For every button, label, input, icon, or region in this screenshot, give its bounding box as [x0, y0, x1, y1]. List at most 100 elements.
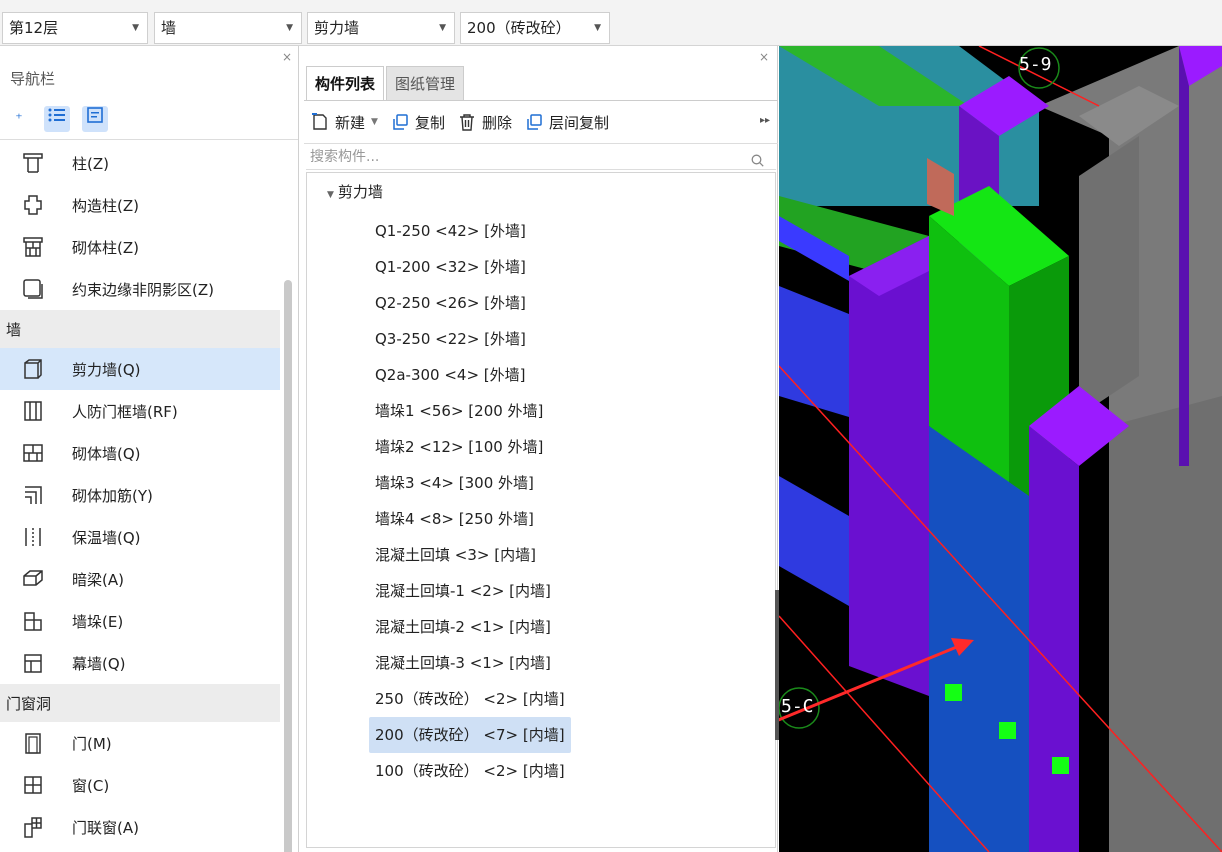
tree-item[interactable]: 250（砖改砼） <2> [内墙]	[369, 681, 571, 717]
tree-root[interactable]: ▼ 剪力墙	[327, 181, 383, 202]
nav-item-masonry-rebar[interactable]: 砌体加筋(Y)	[0, 474, 280, 516]
new-button[interactable]: 新建 ▼	[310, 112, 378, 133]
component-tree: ▼ 剪力墙 Q1-250 <42> [外墙] Q1-200 <32> [外墙] Q…	[306, 172, 776, 848]
nav-item-insulation-wall[interactable]: 保温墙(Q)	[0, 516, 280, 558]
tree-item[interactable]: 墙垛4 <8> [250 外墙]	[369, 501, 571, 537]
chevron-down-icon: ▼	[371, 117, 378, 127]
door-icon	[22, 732, 44, 754]
search-icon[interactable]	[751, 150, 764, 167]
copy-button-label: 复制	[414, 113, 445, 132]
type-select[interactable]: 剪力墙 ▼	[307, 12, 455, 44]
door-window-icon	[22, 816, 44, 838]
nav-item-label: 墙垛(E)	[72, 612, 124, 631]
nav-item-label: 门(M)	[72, 734, 112, 753]
nav-item-label: 门联窗(A)	[72, 818, 139, 837]
tree-item[interactable]: 墙垛3 <4> [300 外墙]	[369, 465, 571, 501]
search-input[interactable]: 搜索构件...	[310, 149, 379, 165]
shear-wall-icon	[22, 358, 44, 380]
tree-item[interactable]: Q1-200 <32> [外墙]	[369, 249, 571, 285]
nav-item-label: 约束边缘非阴影区(Z)	[72, 280, 214, 299]
nav-item-constructional-column[interactable]: 构造柱(Z)	[0, 184, 280, 226]
category-select-value: 墙	[161, 19, 177, 37]
nav-item-door-window[interactable]: 门联窗(A)	[0, 806, 280, 848]
tree-item[interactable]: 混凝土回填 <3> [内墙]	[369, 537, 571, 573]
grid-label-left: 5-C	[781, 696, 814, 717]
tree-item[interactable]: Q3-250 <22> [外墙]	[369, 321, 571, 357]
tree-item[interactable]: 混凝土回填-1 <2> [内墙]	[369, 573, 571, 609]
wall-pier-icon	[22, 610, 44, 632]
tab-drawing-management[interactable]: 图纸管理	[386, 66, 465, 100]
nav-item-shear-wall[interactable]: 剪力墙(Q)	[0, 348, 280, 390]
constructional-column-icon	[22, 194, 44, 216]
masonry-rebar-icon	[22, 484, 44, 506]
component-tabs: 构件列表 图纸管理	[306, 66, 466, 100]
nav-item-window[interactable]: 窗(C)	[0, 764, 280, 806]
floor-copy-button[interactable]: 层间复制	[524, 112, 609, 133]
tree-item[interactable]: 墙垛2 <12> [100 外墙]	[369, 429, 571, 465]
chevron-down-icon: ▼	[132, 23, 139, 33]
type-select-value: 剪力墙	[314, 19, 360, 37]
model-render	[779, 46, 1222, 852]
tree-item[interactable]: 混凝土回填-2 <1> [内墙]	[369, 609, 571, 645]
add-icon[interactable]: ⁺	[6, 106, 32, 132]
nav-item-label: 人防门框墙(RF)	[72, 402, 178, 421]
nav-item-wall-pier[interactable]: 墙垛(E)	[0, 600, 280, 642]
tree-item[interactable]: Q1-250 <42> [外墙]	[369, 213, 571, 249]
component-panel: × 构件列表 图纸管理 新建 ▼ 复制 删除 层间复制 ▸▸ 搜索构件... ▼…	[304, 46, 778, 852]
nav-item-civil-defense-wall[interactable]: 人防门框墙(RF)	[0, 390, 280, 432]
list-view-icon[interactable]	[44, 106, 70, 132]
tree-item[interactable]: 墙垛1 <56> [200 外墙]	[369, 393, 571, 429]
nav-item-hidden-beam[interactable]: 暗梁(A)	[0, 558, 280, 600]
more-icon[interactable]: ▸▸	[760, 115, 770, 126]
edge-zone-icon	[22, 278, 44, 300]
nav-group-wall[interactable]: 墙	[0, 310, 280, 348]
close-icon[interactable]: ×	[759, 50, 769, 64]
chevron-down-icon: ▼	[286, 23, 293, 33]
nav-item-edge-zone[interactable]: 约束边缘非阴影区(Z)	[0, 268, 280, 310]
nav-item-label: 窗(C)	[72, 776, 110, 795]
tree-item-selected[interactable]: 200（砖改砼） <7> [内墙]	[369, 717, 571, 753]
nav-scrollbar[interactable]	[284, 280, 292, 852]
new-file-icon	[310, 112, 330, 132]
3d-viewport[interactable]: 5-9 5-C	[779, 46, 1222, 852]
floor-copy-icon	[524, 112, 544, 132]
nav-list: 柱(Z) 构造柱(Z) 砌体柱(Z) 约束边缘非阴影区(Z) 墙 剪力墙(Q) …	[0, 142, 280, 848]
civil-defense-wall-icon	[22, 400, 44, 422]
insulation-wall-icon	[22, 526, 44, 548]
component-toolbar: 新建 ▼ 复制 删除 层间复制 ▸▸	[304, 100, 778, 144]
new-button-label: 新建	[335, 113, 366, 132]
copy-button[interactable]: 复制	[390, 112, 445, 133]
chevron-down-icon: ▼	[594, 23, 601, 33]
nav-item-label: 暗梁(A)	[72, 570, 124, 589]
top-toolbar: 第12层 ▼ 墙 ▼ 剪力墙 ▼ 200（砖改砼） ▼	[0, 0, 1222, 46]
tree-item[interactable]: 混凝土回填-3 <1> [内墙]	[369, 645, 571, 681]
delete-button-label: 删除	[481, 113, 512, 132]
nav-item-label: 保温墙(Q)	[72, 528, 141, 547]
tree-item[interactable]: Q2a-300 <4> [外墙]	[369, 357, 571, 393]
detail-view-icon[interactable]	[82, 106, 108, 132]
nav-item-label: 砌体加筋(Y)	[72, 486, 153, 505]
floor-select-value: 第12层	[9, 19, 59, 37]
nav-item-masonry-wall[interactable]: 砌体墙(Q)	[0, 432, 280, 474]
copy-icon	[390, 112, 410, 132]
chevron-down-icon[interactable]: ▼	[327, 190, 334, 200]
nav-item-label: 构造柱(Z)	[72, 196, 139, 215]
nav-item-label: 幕墙(Q)	[72, 654, 126, 673]
tree-item[interactable]: Q2-250 <26> [外墙]	[369, 285, 571, 321]
category-select[interactable]: 墙 ▼	[154, 12, 302, 44]
tree-item[interactable]: 100（砖改砼） <2> [内墙]	[369, 753, 571, 789]
nav-item-door[interactable]: 门(M)	[0, 722, 280, 764]
spec-select[interactable]: 200（砖改砼） ▼	[460, 12, 610, 44]
masonry-column-icon	[22, 236, 44, 258]
masonry-wall-icon	[22, 442, 44, 464]
floor-select[interactable]: 第12层 ▼	[2, 12, 148, 44]
nav-item-curtain-wall[interactable]: 幕墙(Q)	[0, 642, 280, 684]
nav-title: 导航栏	[10, 70, 56, 88]
nav-item-column[interactable]: 柱(Z)	[0, 142, 280, 184]
delete-button[interactable]: 删除	[457, 112, 512, 133]
component-search[interactable]: 搜索构件...	[306, 144, 776, 170]
nav-item-masonry-column[interactable]: 砌体柱(Z)	[0, 226, 280, 268]
tree-list: Q1-250 <42> [外墙] Q1-200 <32> [外墙] Q2-250…	[369, 213, 571, 789]
nav-group-openings[interactable]: 门窗洞	[0, 684, 280, 722]
tab-component-list[interactable]: 构件列表	[306, 66, 385, 100]
